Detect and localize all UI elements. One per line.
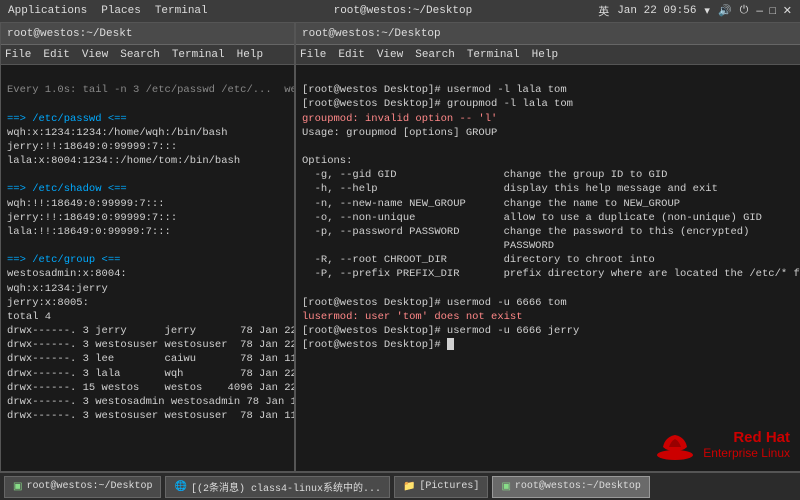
menu-edit-right[interactable]: Edit — [338, 49, 364, 61]
terminal-left-body[interactable]: Every 1.0s: tail -n 3 /etc/passwd /etc/.… — [1, 65, 294, 471]
menu-search-left[interactable]: Search — [120, 49, 160, 61]
taskbar-label-1: [(2条消息) class4-linux系统中的... — [191, 479, 381, 495]
taskbar-item-2[interactable]: 📁 [Pictures] — [394, 476, 488, 498]
taskbar: ▣ root@westos:~/Desktop 🌐 [(2条消息) class4… — [0, 472, 800, 500]
places-menu[interactable]: Places — [101, 5, 141, 17]
menu-view-left[interactable]: View — [82, 49, 108, 61]
terminal-right-body[interactable]: [root@westos Desktop]# usermod -l lala t… — [296, 65, 800, 471]
system-bar: Applications Places Terminal root@westos… — [0, 0, 800, 22]
power-icon: ⏻ — [740, 5, 749, 17]
redhat-text2: Enterprise Linux — [703, 446, 790, 460]
terminal-icon-3: ▣ — [501, 481, 510, 493]
terminal-right-menubar: File Edit View Search Terminal Help — [296, 45, 800, 65]
menu-terminal-right[interactable]: Terminal — [467, 49, 520, 61]
system-bar-right: 英 Jan 22 09:56 ▾ 🔊 ⏻ — □ ✕ — [598, 3, 792, 19]
folder-icon: 📁 — [403, 481, 415, 493]
terminal-right-titlebar: root@westos:~/Desktop — [296, 23, 800, 45]
taskbar-item-0[interactable]: ▣ root@westos:~/Desktop — [4, 476, 161, 498]
volume-icon: 🔊 — [718, 4, 732, 18]
redhat-logo: Red Hat Enterprise Linux — [655, 427, 790, 462]
network-icon: ▾ — [704, 4, 710, 18]
taskbar-item-1[interactable]: 🌐 [(2条消息) class4-linux系统中的... — [165, 476, 389, 498]
locale-indicator: 英 — [598, 3, 609, 19]
terminal-left-title: root@westos:~/Deskt — [7, 28, 132, 40]
menu-search-right[interactable]: Search — [415, 49, 455, 61]
taskbar-item-3[interactable]: ▣ root@westos:~/Desktop — [492, 476, 649, 498]
terminal-left-menubar: File Edit View Search Terminal Help — [1, 45, 294, 65]
scroll-line: Every 1.0s: tail -n 3 /etc/passwd /etc/.… — [7, 84, 294, 96]
menu-file-left[interactable]: File — [5, 49, 31, 61]
terminal-menu[interactable]: Terminal — [155, 5, 208, 17]
system-bar-left: Applications Places Terminal — [8, 5, 208, 17]
terminal-icon-0: ▣ — [13, 481, 22, 493]
terminal-left[interactable]: root@westos:~/Deskt File Edit View Searc… — [0, 22, 295, 472]
redhat-text1: Red Hat — [703, 429, 790, 446]
menu-file-right[interactable]: File — [300, 49, 326, 61]
apps-menu[interactable]: Applications — [8, 5, 87, 17]
terminal-right-title: root@westos:~/Desktop — [302, 28, 441, 40]
browser-icon: 🌐 — [174, 481, 186, 493]
menu-edit-left[interactable]: Edit — [43, 49, 69, 61]
menu-terminal-left[interactable]: Terminal — [172, 49, 225, 61]
window-controls[interactable]: — □ ✕ — [756, 4, 792, 18]
main-area: root@westos:~/Deskt File Edit View Searc… — [0, 22, 800, 500]
datetime: Jan 22 09:56 — [617, 5, 696, 17]
terminal-right[interactable]: root@westos:~/Desktop File Edit View Sea… — [295, 22, 800, 472]
menu-help-right[interactable]: Help — [532, 49, 558, 61]
system-bar-title: root@westos:~/Desktop — [334, 5, 473, 17]
menu-help-left[interactable]: Help — [237, 49, 263, 61]
taskbar-label-0: root@westos:~/Desktop — [26, 481, 152, 492]
taskbar-label-3: root@westos:~/Desktop — [515, 481, 641, 492]
taskbar-label-2: [Pictures] — [419, 481, 479, 492]
terminal-left-titlebar: root@westos:~/Deskt — [1, 23, 294, 45]
redhat-hat-icon — [655, 427, 695, 462]
menu-view-right[interactable]: View — [377, 49, 403, 61]
terminals-container: root@westos:~/Deskt File Edit View Searc… — [0, 22, 800, 472]
